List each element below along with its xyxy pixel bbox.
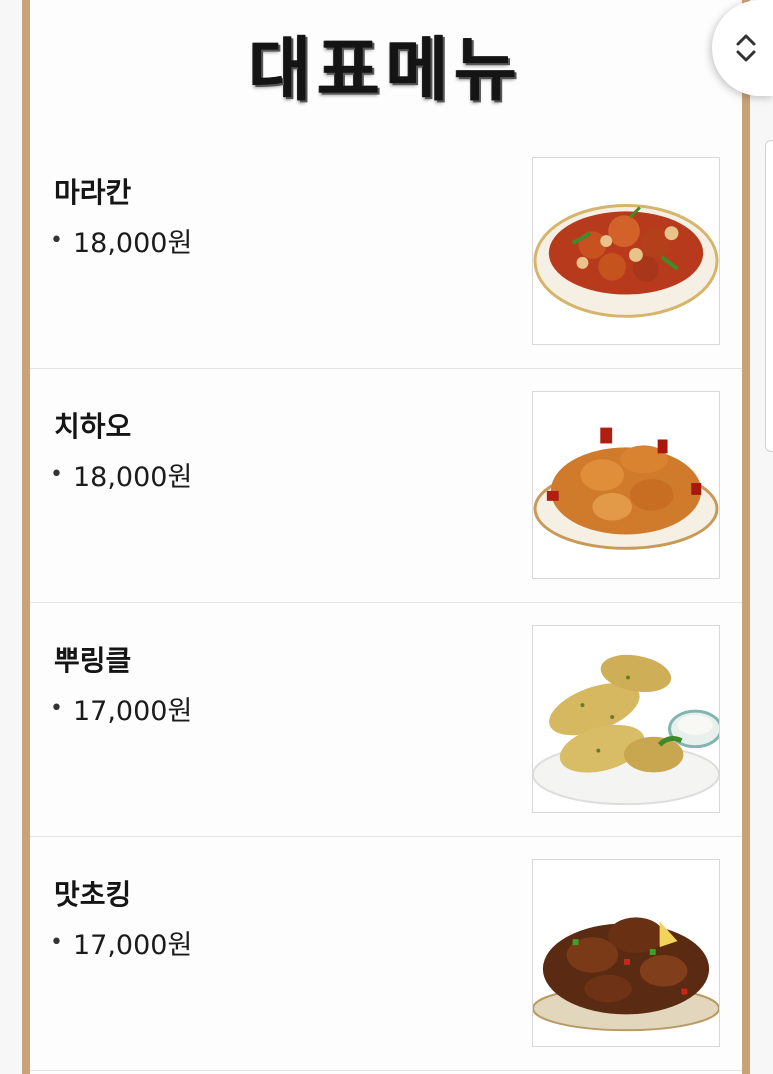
bullet-icon: •: [50, 930, 63, 955]
chicken-dish-image: [533, 917, 719, 1032]
menu-item[interactable]: 치하오 • 18,000원: [30, 369, 742, 603]
menu-item-name: 치하오: [54, 410, 132, 443]
chicken-dish-image: [533, 427, 719, 550]
menu-item-price: • 17,000원: [50, 689, 192, 728]
menu-item-name: 뿌링클: [54, 644, 132, 677]
menu-item[interactable]: 마라칸 • 18,000원: [30, 135, 742, 369]
menu-item-price: • 18,000원: [50, 455, 192, 494]
menu-header: 대표메뉴: [30, 0, 742, 135]
bullet-icon: •: [50, 228, 63, 253]
bullet-icon: •: [50, 696, 63, 721]
menu-item-price: • 17,000원: [50, 923, 192, 962]
edge-handle[interactable]: [765, 140, 773, 452]
menu-panel: 대표메뉴 마라칸 • 18,000원 치하오 • 18,000원 뿌링클 • 1…: [22, 0, 750, 1074]
chicken-dish-image: [533, 654, 719, 806]
menu-item-name: 마라칸: [54, 176, 132, 209]
menu-item-photo[interactable]: [532, 157, 720, 345]
menu-item-photo[interactable]: [532, 625, 720, 813]
page-title: 대표메뉴: [248, 30, 524, 111]
bullet-icon: •: [50, 462, 63, 487]
price-value: 17,000원: [72, 930, 193, 961]
menu-item[interactable]: 뿌링클 • 17,000원: [30, 603, 742, 837]
menu-item[interactable]: 맛초킹 • 17,000원: [30, 837, 742, 1071]
menu-item-photo[interactable]: [532, 859, 720, 1047]
price-value: 18,000원: [72, 228, 193, 259]
menu-item-price: • 18,000원: [50, 221, 192, 260]
menu-item-photo[interactable]: [532, 391, 720, 579]
page-background: 대표메뉴 마라칸 • 18,000원 치하오 • 18,000원 뿌링클 • 1…: [0, 0, 773, 1074]
price-value: 18,000원: [72, 462, 193, 493]
menu-list: 마라칸 • 18,000원 치하오 • 18,000원 뿌링클 • 17,000…: [30, 135, 742, 1071]
chicken-dish-image: [533, 204, 719, 318]
unfold-more-icon: [736, 34, 756, 62]
menu-item-name: 맛초킹: [54, 878, 132, 911]
price-value: 17,000원: [72, 696, 193, 727]
